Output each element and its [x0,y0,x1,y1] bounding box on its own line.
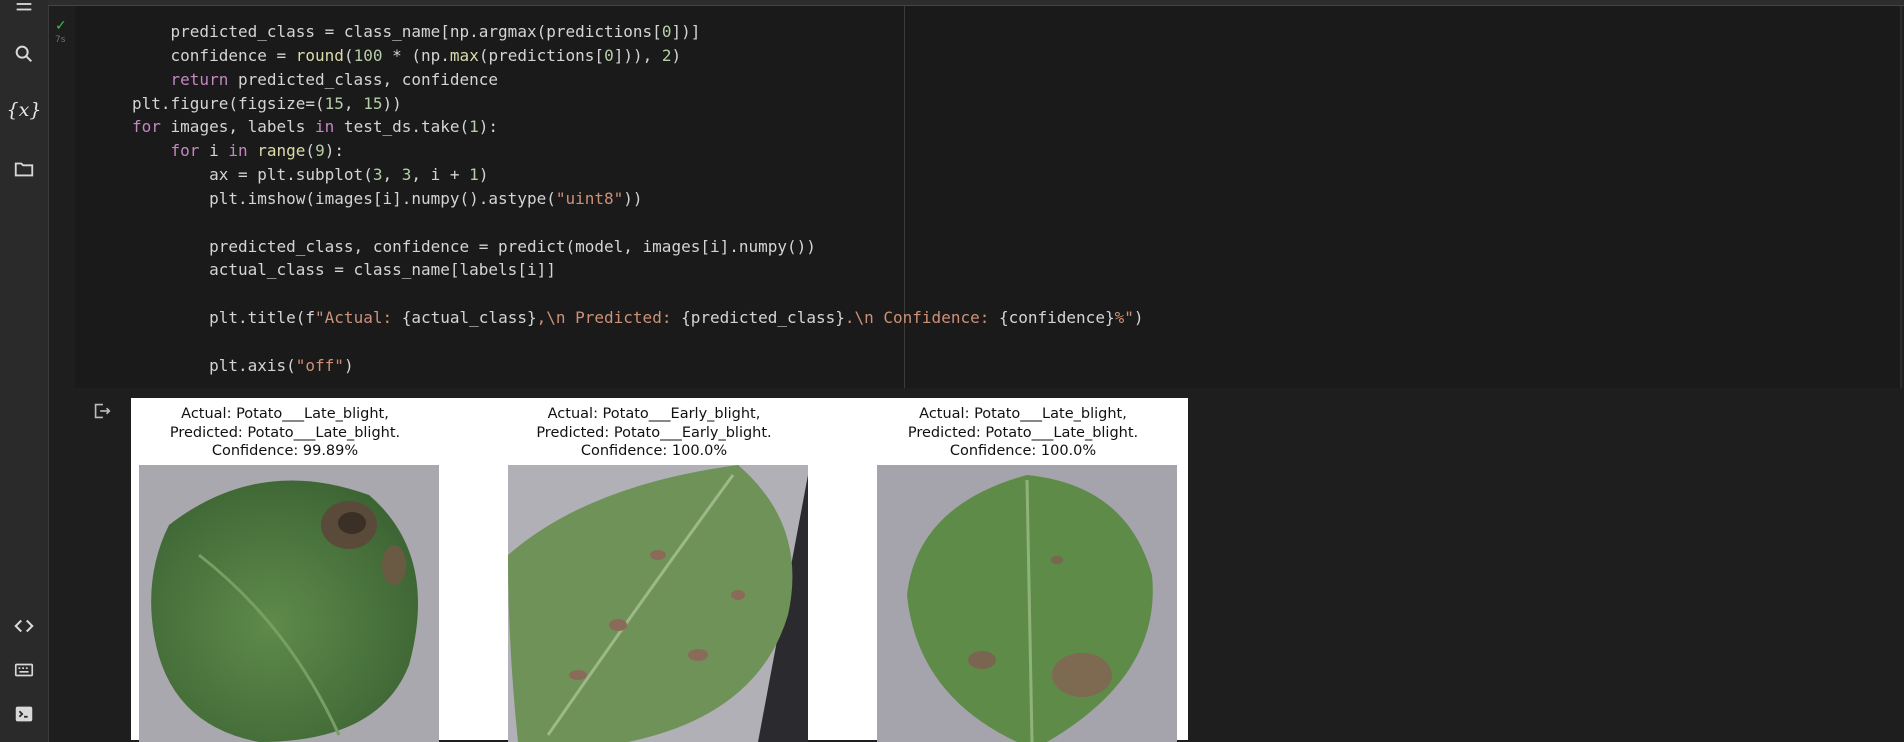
leaf-image [508,465,808,742]
search-icon[interactable] [12,42,36,66]
code-line-7: ax = plt.subplot(3, 3, i + 1) [132,165,489,185]
subplot-title: Actual: Potato___Late_blight, Predicted:… [139,405,431,461]
code-line-6: for i in range(9): [170,141,344,161]
leaf-image [139,465,439,742]
title-actual: Actual: Potato___Early_blight, [547,406,761,422]
code-line-8: plt.imshow(images[i].numpy().astype("uin… [132,188,643,208]
command-palette-icon[interactable] [12,658,36,682]
code-line-11: actual_class = class_name[labels[i]] [132,260,556,280]
code-line-10: predicted_class, confidence = predict(mo… [132,236,816,256]
title-predicted: Predicted: Potato___Early_blight. [536,424,772,441]
code-line-3: return predicted_class, confidence [170,69,499,89]
title-predicted: Predicted: Potato___Late_blight. [169,424,401,441]
cell-right-border [1900,6,1902,388]
code-snippets-icon[interactable] [12,614,36,638]
folder-icon[interactable] [12,157,36,181]
code-editor[interactable]: predicted_class = class_name[np.argmax(p… [132,20,1143,378]
subplot-title: Actual: Potato___Early_blight, Predicted… [508,405,800,461]
title-confidence: Confidence: 100.0% [949,443,1097,460]
menu-icon[interactable] [12,0,36,16]
code-line-5: for images, labels in test_ds.take(1): [132,117,499,137]
subplot-title: Actual: Potato___Late_blight, Predicted:… [877,405,1169,461]
title-confidence: Confidence: 100.0% [580,443,728,460]
output-actions-icon[interactable] [91,400,113,422]
subplot-panel: Actual: Potato___Early_blight, Predicted… [500,398,808,742]
subplot-panel: Actual: Potato___Late_blight, Predicted:… [869,398,1177,742]
leaf-image [877,465,1177,742]
code-line-4: plt.figure(figsize=(15, 15)) [132,93,402,113]
title-actual: Actual: Potato___Late_blight, [181,406,389,422]
subplot-panel: Actual: Potato___Late_blight, Predicted:… [131,398,439,742]
title-predicted: Predicted: Potato___Late_blight. [907,424,1139,441]
execution-success-icon: ✓ [55,18,67,34]
left-sidebar: {x} [0,0,49,742]
code-line-2: confidence = round(100 * (np.max(predict… [132,45,682,65]
code-line-13: plt.title(f"Actual: {actual_class},\n Pr… [132,308,1144,328]
title-confidence: Confidence: 99.89% [211,443,359,460]
output-figure: Actual: Potato___Late_blight, Predicted:… [131,398,1188,742]
terminal-icon[interactable] [12,702,36,726]
title-actual: Actual: Potato___Late_blight, [919,406,1127,422]
variables-label: {x} [6,99,42,121]
variables-icon[interactable]: {x} [7,98,42,122]
code-line-15: plt.axis("off") [132,355,354,375]
execution-time: 7s [55,35,66,45]
code-line-1: predicted_class = class_name[np.argmax(p… [132,22,701,41]
